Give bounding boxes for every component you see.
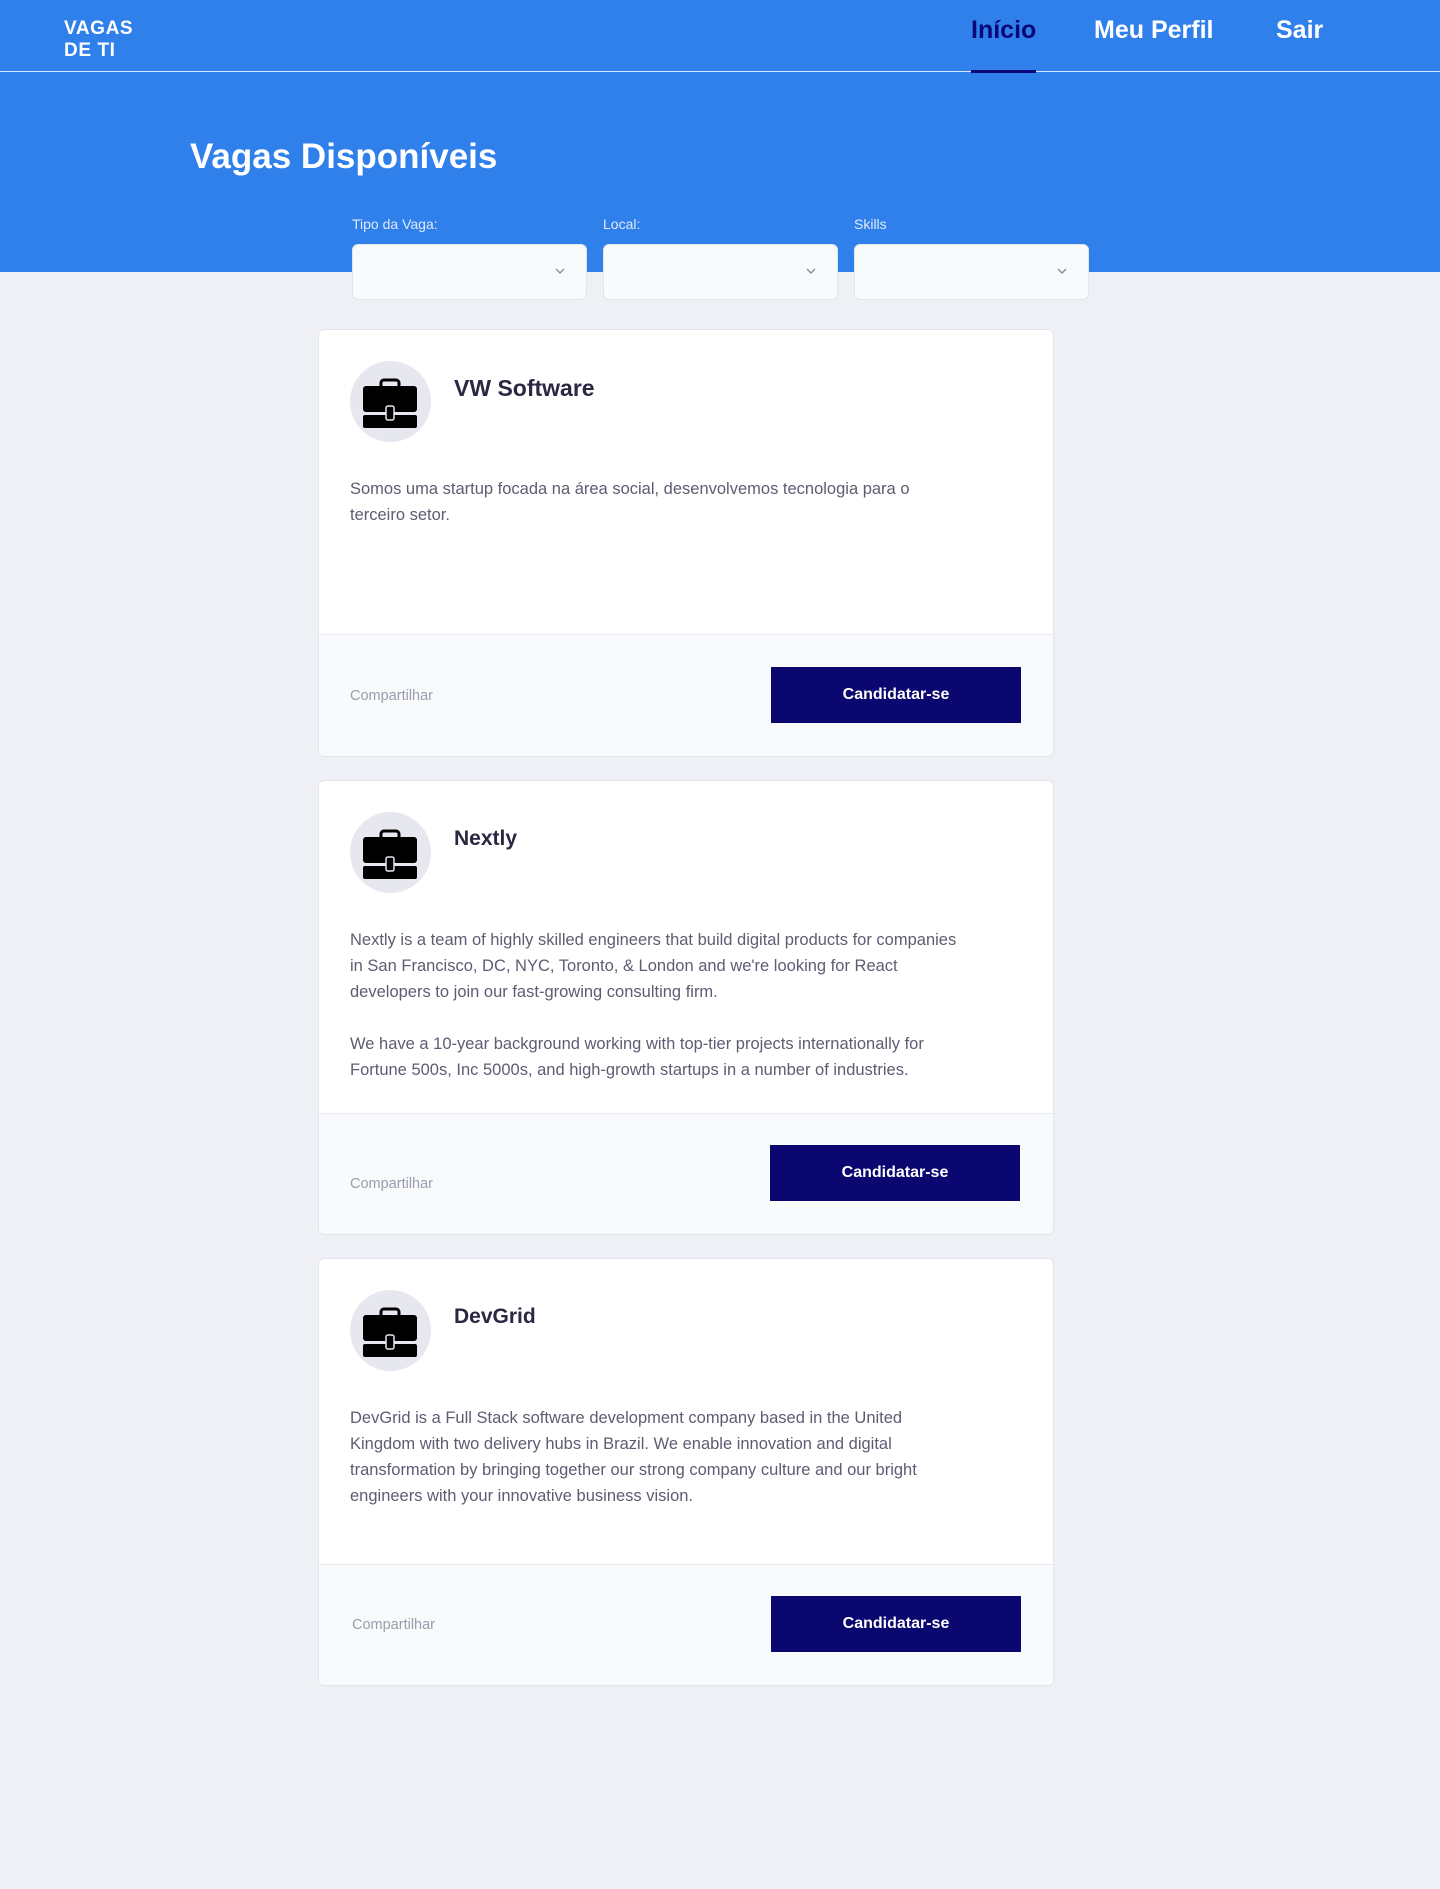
description-paragraph: We have a 10-year background working wit… (350, 1035, 924, 1079)
share-link[interactable]: Compartilhar (350, 1175, 433, 1193)
nav-link-sair[interactable]: Sair (1276, 14, 1323, 72)
location-filter-label: Local: (603, 216, 641, 232)
page-title: Vagas Disponíveis (190, 137, 498, 176)
apply-button[interactable]: Candidatar-se (771, 667, 1021, 723)
description-paragraph: DevGrid is a Full Stack software develop… (350, 1409, 917, 1505)
briefcase-icon (363, 1307, 417, 1357)
logo-line-1: VAGAS (64, 18, 134, 39)
job-description: DevGrid is a Full Stack software develop… (350, 1405, 965, 1509)
company-avatar (350, 361, 431, 442)
logo-line-2: DE TI (64, 40, 116, 61)
company-name: Nextly (454, 827, 518, 850)
job-card: VW Software Somos uma startup focada na … (318, 329, 1054, 757)
company-avatar (350, 812, 431, 893)
job-description: Somos uma startup focada na área social,… (350, 476, 965, 528)
nav-link-meu-perfil[interactable]: Meu Perfil (1094, 14, 1213, 72)
company-name: DevGrid (454, 1305, 536, 1328)
site-logo[interactable]: VAGAS DE TI (64, 18, 133, 62)
skills-select[interactable] (854, 244, 1089, 300)
description-paragraph: Somos uma startup focada na área social,… (350, 480, 910, 524)
job-type-select[interactable] (352, 244, 587, 300)
job-description: Nextly is a team of highly skilled engin… (350, 927, 965, 1083)
skills-filter-label: Skills (854, 216, 887, 232)
chevron-down-icon (555, 268, 565, 274)
card-footer: Compartilhar Candidatar-se (319, 1564, 1053, 1685)
location-select[interactable] (603, 244, 838, 300)
job-type-filter-label: Tipo da Vaga: (352, 216, 438, 232)
company-avatar (350, 1290, 431, 1371)
job-card: DevGrid DevGrid is a Full Stack software… (318, 1258, 1054, 1686)
description-paragraph: Nextly is a team of highly skilled engin… (350, 931, 957, 1001)
card-footer: Compartilhar Candidatar-se (319, 634, 1053, 756)
apply-button[interactable]: Candidatar-se (770, 1145, 1020, 1201)
share-link[interactable]: Compartilhar (350, 687, 433, 705)
nav-link-inicio[interactable]: Início (971, 14, 1037, 73)
job-card: Nextly Nextly is a team of highly skille… (318, 780, 1054, 1235)
chevron-down-icon (1057, 268, 1067, 274)
briefcase-icon (363, 378, 417, 428)
briefcase-icon (363, 829, 417, 879)
card-footer: Compartilhar Candidatar-se (319, 1113, 1053, 1234)
company-name: VW Software (454, 375, 595, 401)
top-navbar: VAGAS DE TI Início Meu Perfil Sair (0, 0, 1440, 73)
chevron-down-icon (806, 268, 816, 274)
apply-button[interactable]: Candidatar-se (771, 1596, 1021, 1652)
share-link[interactable]: Compartilhar (352, 1616, 435, 1634)
